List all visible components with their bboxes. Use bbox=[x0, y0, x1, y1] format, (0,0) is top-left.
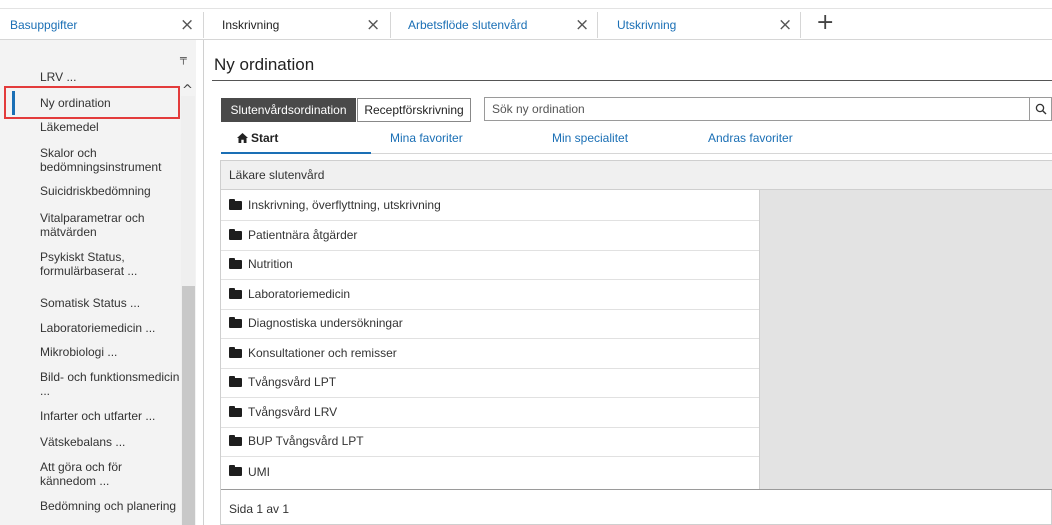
sidebar-item-skalor[interactable]: Skalor och bedömningsinstrument bbox=[40, 146, 180, 174]
tab-bar: Basuppgifter × Inskrivning × Arbetsflöde… bbox=[0, 0, 1052, 40]
close-icon[interactable]: × bbox=[180, 17, 194, 34]
folder-icon bbox=[229, 375, 242, 387]
folder-icon bbox=[229, 198, 242, 210]
folder-label: Patientnära åtgärder bbox=[248, 228, 358, 243]
tab-label: Utskrivning bbox=[617, 17, 677, 32]
folder-row[interactable]: Inskrivning, överflyttning, utskrivning bbox=[221, 191, 759, 221]
title-divider bbox=[212, 80, 1052, 81]
sidebar-item-bild-funktionsmedicin[interactable]: Bild- och funktionsmedicin ... bbox=[40, 370, 180, 398]
sidebar-item-vitalparametrar[interactable]: Vitalparametrar och mätvärden bbox=[40, 211, 180, 239]
sidebar-item-laboratoriemedicin[interactable]: Laboratoriemedicin ... bbox=[40, 321, 180, 335]
folder-icon bbox=[229, 405, 242, 417]
folder-row[interactable]: Tvångsvård LRV bbox=[221, 398, 759, 428]
tab-separator bbox=[390, 12, 391, 38]
add-tab-icon[interactable]: + bbox=[816, 12, 834, 34]
folder-label: Diagnostiska undersökningar bbox=[248, 316, 403, 331]
folder-row[interactable]: Laboratoriemedicin bbox=[221, 280, 759, 310]
panel-footer-divider bbox=[221, 489, 1052, 490]
folder-label: Konsultationer och remisser bbox=[248, 346, 397, 361]
folder-label: Tvångsvård LPT bbox=[248, 375, 337, 390]
folder-icon bbox=[229, 257, 242, 269]
tab-separator bbox=[203, 12, 204, 38]
tab-start[interactable]: Start bbox=[237, 131, 278, 145]
sidebar-item-suicidrisk[interactable]: Suicidriskbedömning bbox=[40, 184, 180, 198]
sidebar-item-infarter[interactable]: Infarter och utfarter ... bbox=[40, 409, 180, 423]
tab-basuppgifter[interactable]: Basuppgifter bbox=[10, 9, 77, 40]
page-title: Ny ordination bbox=[214, 55, 315, 74]
search-button[interactable] bbox=[1030, 97, 1052, 121]
tab-arbetsflode-slutenvard[interactable]: Arbetsflöde slutenvård bbox=[408, 9, 527, 40]
sidebar-item-att-gora[interactable]: Att göra och för kännedom ... bbox=[40, 460, 180, 488]
detail-pane bbox=[759, 190, 1052, 489]
sidebar-item-bedomning[interactable]: Bedömning och planering bbox=[40, 499, 180, 525]
highlight-box bbox=[4, 86, 180, 119]
tab-mina-favoriter[interactable]: Mina favoriter bbox=[390, 131, 463, 145]
pager-label: Sida 1 av 1 bbox=[229, 502, 290, 516]
sidebar-item-somatisk-status[interactable]: Somatisk Status ... bbox=[40, 296, 180, 310]
folder-icon bbox=[229, 287, 242, 299]
folder-label: Inskrivning, överflyttning, utskrivning bbox=[248, 198, 441, 213]
sidebar-item-lrv[interactable]: LRV ... bbox=[40, 70, 180, 84]
slutenvardsordination-button[interactable]: Slutenvårdsordination bbox=[221, 98, 356, 122]
close-icon[interactable]: × bbox=[778, 17, 792, 34]
sidebar-border bbox=[203, 40, 204, 525]
folder-row[interactable]: Konsultationer och remisser bbox=[221, 339, 759, 369]
panel-header: Läkare slutenvård bbox=[221, 161, 1052, 190]
subtab-active-underline bbox=[221, 152, 371, 154]
sidebar-item-mikrobiologi[interactable]: Mikrobiologi ... bbox=[40, 345, 180, 359]
tab-label: Arbetsflöde slutenvård bbox=[408, 17, 528, 32]
search-input[interactable]: Sök ny ordination bbox=[484, 97, 1030, 121]
folder-icon bbox=[229, 316, 242, 328]
tab-inskrivning[interactable]: Inskrivning bbox=[222, 9, 279, 40]
folder-label: UMI bbox=[248, 464, 270, 479]
receptforskrivning-button[interactable]: Receptförskrivning bbox=[357, 98, 471, 122]
home-icon bbox=[237, 133, 248, 143]
tab-min-specialitet[interactable]: Min specialitet bbox=[552, 131, 628, 145]
tab-label: Inskrivning bbox=[222, 17, 280, 32]
folder-icon bbox=[229, 346, 242, 358]
folder-label: BUP Tvångsvård LPT bbox=[248, 434, 364, 449]
folder-icon bbox=[229, 465, 242, 477]
close-icon[interactable]: × bbox=[366, 17, 380, 34]
folder-row[interactable]: UMI bbox=[221, 457, 759, 487]
tab-utskrivning[interactable]: Utskrivning bbox=[617, 9, 676, 40]
folder-label: Laboratoriemedicin bbox=[248, 287, 351, 302]
folder-icon bbox=[229, 434, 242, 446]
sidebar-item-lakemedel[interactable]: Läkemedel bbox=[40, 120, 180, 134]
chevron-up-icon[interactable]: ^ bbox=[182, 83, 193, 98]
tab-andras-favoriter[interactable]: Andras favoriter bbox=[708, 131, 793, 145]
folder-icon bbox=[229, 228, 242, 240]
folder-row[interactable]: Nutrition bbox=[221, 250, 759, 280]
close-icon[interactable]: × bbox=[575, 17, 589, 34]
folder-row[interactable]: Patientnära åtgärder bbox=[221, 221, 759, 251]
sidebar-scrollbar-thumb[interactable] bbox=[182, 286, 195, 525]
folder-label: Nutrition bbox=[248, 257, 293, 272]
sidebar-item-vatskebalans[interactable]: Vätskebalans ... bbox=[40, 435, 180, 449]
tab-separator bbox=[597, 12, 598, 38]
folder-row[interactable]: Tvångsvård LPT bbox=[221, 368, 759, 398]
pin-icon[interactable]: ╤ bbox=[180, 52, 187, 65]
sidebar-item-psykiskt-status[interactable]: Psykiskt Status, formulärbaserat ... bbox=[40, 250, 180, 278]
folder-label: Tvångsvård LRV bbox=[248, 405, 338, 420]
tab-label: Basuppgifter bbox=[10, 17, 78, 32]
search-icon bbox=[1035, 103, 1046, 115]
tab-start-label: Start bbox=[251, 131, 279, 145]
tab-separator bbox=[800, 12, 801, 38]
folder-row[interactable]: Diagnostiska undersökningar bbox=[221, 309, 759, 339]
folder-row[interactable]: BUP Tvångsvård LPT bbox=[221, 427, 759, 457]
